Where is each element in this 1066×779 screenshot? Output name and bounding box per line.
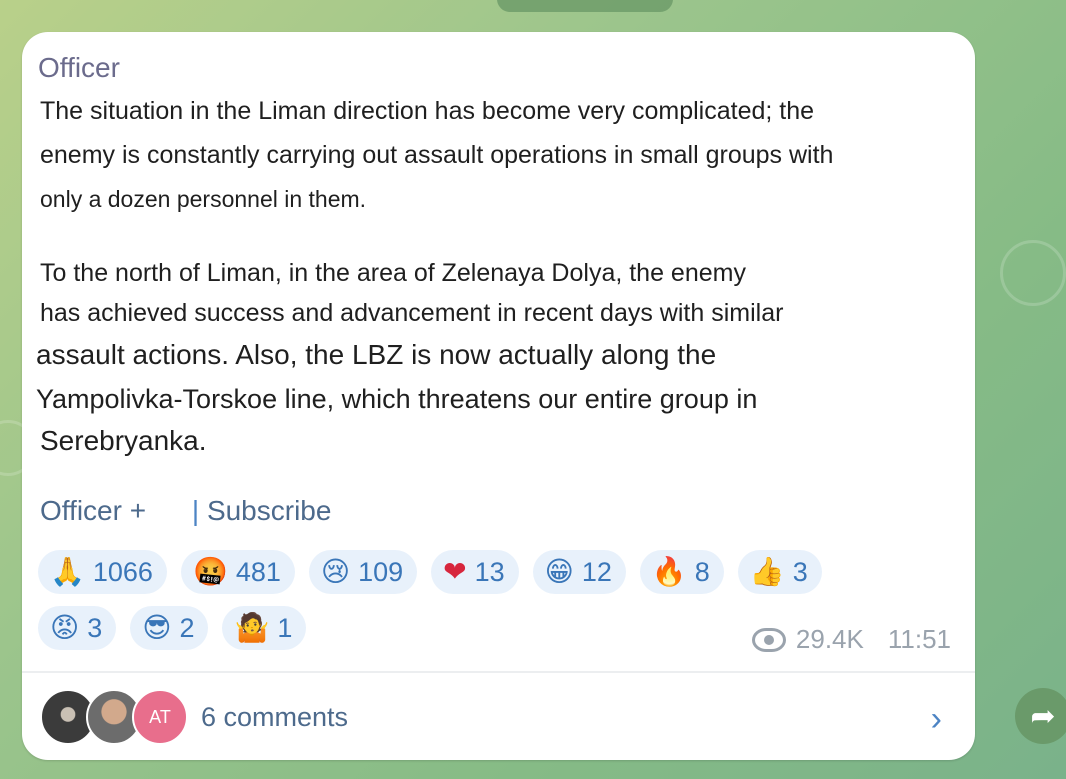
divider	[22, 671, 975, 673]
chevron-right-icon: ›	[930, 700, 942, 738]
text-line: enemy is constantly carrying out assault…	[40, 141, 834, 169]
eye-icon	[751, 627, 786, 652]
reaction-count: 12	[581, 556, 612, 587]
comments-button[interactable]: AT 6 comments ›	[40, 688, 960, 746]
reaction-count: 13	[474, 556, 505, 587]
reaction-count: 481	[235, 556, 281, 587]
grin-icon: 😁	[544, 555, 574, 588]
reaction-angry-face[interactable]: 😡 3	[38, 606, 117, 650]
wallpaper-doodle	[1000, 240, 1066, 306]
view-count: 29.4K	[795, 624, 864, 654]
reaction-count: 109	[358, 556, 404, 587]
channel-links: Officer + | Subscribe	[40, 495, 331, 527]
text-line: assault actions. Also, the LBZ is now ac…	[36, 339, 717, 370]
reaction-count: 3	[792, 556, 808, 587]
reaction-sunglasses[interactable]: 😎 2	[130, 606, 209, 650]
reaction-pray[interactable]: 🙏 1066	[38, 550, 167, 594]
text-line: The situation in the Liman direction has…	[40, 97, 815, 125]
reaction-thumbs-up[interactable]: 👍 3	[737, 550, 822, 594]
comments-label: 6 comments	[201, 701, 349, 732]
reaction-count: 8	[694, 556, 710, 587]
reaction-grin[interactable]: 😁 12	[532, 550, 626, 594]
text-line: Serebryanka.	[40, 425, 207, 456]
reaction-fire[interactable]: 🔥 8	[639, 550, 724, 594]
pray-icon: 🙏	[50, 555, 85, 588]
link-separator: |	[191, 495, 200, 526]
reaction-crying-face[interactable]: 😢 109	[308, 550, 418, 594]
subscribe-link[interactable]: Subscribe	[207, 495, 332, 526]
text-line: only a dozen personnel in them.	[40, 186, 367, 212]
reaction-cursing-face[interactable]: 🤬 481	[180, 550, 295, 594]
channel-link[interactable]: Officer +	[40, 495, 146, 526]
commenter-avatars: AT	[40, 689, 188, 745]
reaction-count: 1066	[92, 556, 153, 587]
sunglasses-icon: 😎	[142, 611, 172, 644]
cursing-face-icon: 🤬	[192, 555, 228, 588]
message-meta: 29.4K 11:51	[751, 624, 951, 655]
share-button[interactable]: ➦	[1015, 688, 1066, 744]
reaction-count: 2	[179, 612, 195, 643]
fire-icon: 🔥	[651, 555, 687, 588]
shrug-icon: 🤷	[234, 611, 270, 644]
thumbs-up-icon: 👍	[749, 555, 785, 588]
message-paragraph-1: The situation in the Liman direction has…	[40, 89, 833, 221]
message-time: 11:51	[887, 624, 951, 654]
reaction-count: 3	[87, 612, 103, 643]
crying-face-icon: 😢	[320, 555, 351, 588]
angry-face-icon: 😡	[50, 611, 80, 644]
share-icon: ➦	[1030, 699, 1056, 733]
date-pill	[497, 0, 673, 12]
text-line: Yampolivka-Torskoe line, which threatens…	[36, 384, 758, 414]
reaction-shrug[interactable]: 🤷 1	[222, 606, 307, 650]
avatar: AT	[132, 689, 188, 745]
reaction-heart[interactable]: ❤ 13	[431, 550, 519, 594]
text-line: To the north of Liman, in the area of Ze…	[40, 259, 746, 287]
heart-icon: ❤	[443, 555, 467, 588]
reaction-count: 1	[277, 612, 293, 643]
message-author[interactable]: Officer	[38, 52, 120, 84]
message-paragraph-2: To the north of Liman, in the area of Ze…	[36, 253, 784, 461]
reactions-row-1: 🙏 1066 🤬 481 😢 109 ❤ 13 😁 12 🔥 8 👍 3	[38, 550, 938, 596]
text-line: has achieved success and advancement in …	[40, 299, 784, 327]
